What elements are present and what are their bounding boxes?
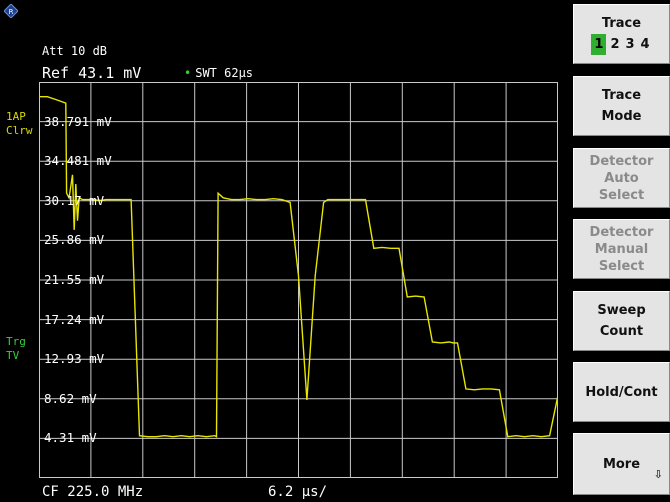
- graticule-frame: [39, 82, 558, 478]
- trigger-label: Trg: [6, 335, 26, 348]
- detector-auto-line2: Auto: [604, 170, 639, 186]
- trigger-source-label: TV: [6, 349, 20, 362]
- trace-mode-button[interactable]: Trace Mode: [573, 76, 670, 136]
- rohde-schwarz-logo-icon: R: [4, 4, 18, 18]
- y-tick-label: 21.55 mV: [44, 272, 105, 287]
- y-tick-label: 17.24 mV: [44, 311, 105, 327]
- trace-1-option[interactable]: 1: [591, 34, 607, 55]
- trigger-info-label: Trg TV: [6, 335, 26, 363]
- y-tick-label: 30.17 mV: [44, 192, 105, 208]
- swt-indicator-icon: •: [184, 66, 192, 80]
- sweep-time-label: SWT 62µs: [195, 66, 254, 80]
- trace-3-option[interactable]: 3: [624, 34, 637, 55]
- trace-2-option[interactable]: 2: [608, 34, 621, 55]
- sweep-time-readout: • SWT 62µs: [184, 66, 253, 80]
- y-tick-label: 8.62 mV: [44, 390, 97, 406]
- trace-select-button[interactable]: Trace 1 2 3 4: [573, 4, 670, 64]
- detector-auto-line3: Select: [598, 187, 645, 203]
- more-button[interactable]: More ⇩: [573, 433, 670, 495]
- hold-cont-button[interactable]: Hold/Cont: [573, 362, 670, 422]
- sweep-count-button[interactable]: Sweep Count: [573, 291, 670, 351]
- detector-manual-select-button[interactable]: Detector Manual Select: [573, 219, 670, 279]
- trace-mode-label: Clrw: [6, 124, 33, 137]
- y-tick-label: 34.481 mV: [44, 153, 112, 169]
- detector-manual-line1: Detector: [589, 224, 654, 240]
- softkey-panel: Trace 1 2 3 4 Trace Mode Detector Auto S…: [566, 0, 670, 502]
- svg-text:R: R: [9, 8, 14, 16]
- detector-manual-line2: Manual: [594, 241, 649, 257]
- y-tick-label: 38.791 mV: [44, 113, 112, 129]
- y-tick-label: 12.93 mV: [44, 351, 105, 367]
- trace-select-title: Trace: [601, 16, 642, 31]
- trace-detector-label: 1AP: [6, 110, 26, 123]
- analyzer-screen: R Att 10 dB Ref 43.1 mV • SWT 62µs 1AP Cl…: [0, 0, 566, 502]
- y-tick-label: 25.86 mV: [44, 232, 105, 248]
- attenuation-readout: Att 10 dB: [42, 44, 108, 58]
- trace-info-label: 1AP Clrw: [6, 110, 33, 138]
- sweep-count-line2: Count: [599, 324, 644, 339]
- time-per-division-readout: 6.2 µs/: [268, 484, 328, 500]
- center-frequency-readout: CF 225.0 MHz: [42, 484, 144, 500]
- trace-mode-line1: Trace: [601, 88, 642, 103]
- trace-mode-line2: Mode: [601, 109, 642, 124]
- sweep-count-line1: Sweep: [597, 303, 646, 318]
- detector-manual-line3: Select: [598, 258, 645, 274]
- trace-4-option[interactable]: 4: [639, 34, 652, 55]
- hold-cont-label: Hold/Cont: [585, 384, 658, 400]
- detector-auto-line1: Detector: [589, 153, 654, 169]
- detector-auto-select-button[interactable]: Detector Auto Select: [573, 148, 670, 208]
- reference-level-readout: Ref 43.1 mV: [42, 64, 142, 82]
- y-tick-label: 4.31 mV: [44, 430, 97, 446]
- more-label: More: [602, 456, 641, 472]
- trace-number-row: 1 2 3 4: [591, 34, 651, 55]
- down-arrow-icon: ⇩: [653, 468, 663, 481]
